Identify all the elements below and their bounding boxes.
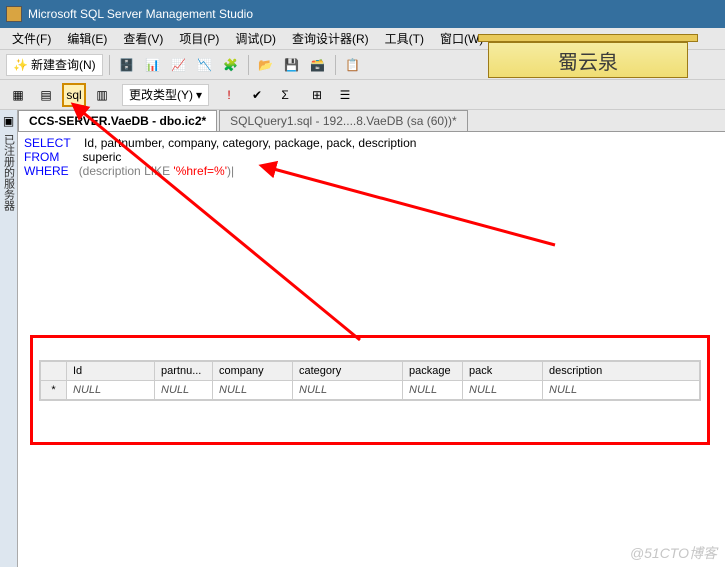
cell-company[interactable]: NULL: [213, 381, 293, 400]
save-all-icon[interactable]: 🗃️: [307, 54, 329, 76]
menu-project[interactable]: 项目(P): [173, 28, 225, 49]
sql-pane-icon[interactable]: sql: [62, 83, 86, 107]
editor-tabs: CCS-SERVER.VaeDB - dbo.ic2* SQLQuery1.sq…: [18, 110, 725, 132]
mdx-query-icon[interactable]: 📈: [168, 54, 190, 76]
scroll-top-bar: [478, 34, 698, 42]
new-query-button[interactable]: ✨ 新建查询(N): [6, 54, 103, 76]
separator: [109, 55, 110, 75]
grid-header-row: Id partnu... company category package pa…: [41, 362, 700, 381]
row-marker: *: [41, 381, 67, 400]
menu-file[interactable]: 文件(F): [6, 28, 57, 49]
menu-tools[interactable]: 工具(T): [379, 28, 430, 49]
change-type-label: 更改类型(Y): [129, 86, 193, 103]
cell-package[interactable]: NULL: [403, 381, 463, 400]
cell-category[interactable]: NULL: [293, 381, 403, 400]
add-table-icon[interactable]: ⊞: [305, 83, 329, 107]
col-pack[interactable]: pack: [463, 362, 543, 381]
grid-data-row[interactable]: * NULL NULL NULL NULL NULL NULL NULL: [41, 381, 700, 400]
sql-line-3: WHERE (description LIKE '%href=%')|: [24, 164, 719, 178]
side-panel[interactable]: ▣ 已注册的服务器: [0, 110, 18, 567]
side-label: 已注册的服务器: [1, 134, 17, 211]
col-category[interactable]: category: [293, 362, 403, 381]
sql-line-2: FROM superic: [24, 150, 719, 164]
menu-debug[interactable]: 调试(D): [229, 28, 282, 49]
col-partnumber[interactable]: partnu...: [155, 362, 213, 381]
criteria-pane-icon[interactable]: ▤: [34, 83, 58, 107]
col-package[interactable]: package: [403, 362, 463, 381]
group-by-icon[interactable]: Σ: [273, 83, 297, 107]
col-rowhead[interactable]: [41, 362, 67, 381]
sparkle-icon: ✨: [13, 58, 28, 72]
title-bar: Microsoft SQL Server Management Studio: [0, 0, 725, 28]
app-icon: [6, 6, 22, 22]
menu-query-designer[interactable]: 查询设计器(R): [286, 28, 375, 49]
add-derived-icon[interactable]: ☰: [333, 83, 357, 107]
new-query-label: 新建查询(N): [31, 56, 96, 73]
execute-icon[interactable]: !: [217, 83, 241, 107]
open-file-icon[interactable]: 📂: [255, 54, 277, 76]
dmx-query-icon[interactable]: 📉: [194, 54, 216, 76]
results-grid[interactable]: Id partnu... company category package pa…: [39, 360, 701, 401]
toolbar-2: ▦ ▤ sql ▥ 更改类型(Y) ▾ ! ✔ Σ ⊞ ☰: [0, 80, 725, 110]
watermark-sign: 蜀云泉: [478, 34, 698, 82]
results-pane-icon[interactable]: ▥: [90, 83, 114, 107]
menu-edit[interactable]: 编辑(E): [61, 28, 113, 49]
results-panel: Id partnu... company category package pa…: [30, 335, 710, 445]
cell-partnumber[interactable]: NULL: [155, 381, 213, 400]
cell-pack[interactable]: NULL: [463, 381, 543, 400]
separator: [335, 55, 336, 75]
separator: [248, 55, 249, 75]
db-engine-query-icon[interactable]: 🗄️: [116, 54, 138, 76]
diagram-pane-icon[interactable]: ▦: [6, 83, 30, 107]
menu-view[interactable]: 查看(V): [117, 28, 169, 49]
col-company[interactable]: company: [213, 362, 293, 381]
sign-text: 蜀云泉: [488, 42, 688, 78]
dropdown-icon: ▾: [196, 88, 202, 102]
change-type-button[interactable]: 更改类型(Y) ▾: [122, 84, 209, 106]
server-icon: ▣: [3, 114, 14, 128]
tab-inactive[interactable]: SQLQuery1.sql - 192....8.VaeDB (sa (60))…: [219, 110, 468, 131]
cell-id[interactable]: NULL: [67, 381, 155, 400]
activity-monitor-icon[interactable]: 📋: [342, 54, 364, 76]
col-id[interactable]: Id: [67, 362, 155, 381]
cell-description[interactable]: NULL: [543, 381, 700, 400]
tab-active[interactable]: CCS-SERVER.VaeDB - dbo.ic2*: [18, 110, 217, 131]
xmla-query-icon[interactable]: 🧩: [220, 54, 242, 76]
col-description[interactable]: description: [543, 362, 700, 381]
verify-sql-icon[interactable]: ✔: [245, 83, 269, 107]
sql-line-1: SELECT Id, partnumber, company, category…: [24, 136, 719, 150]
save-icon[interactable]: 💾: [281, 54, 303, 76]
app-title: Microsoft SQL Server Management Studio: [28, 7, 253, 21]
page-watermark: @51CTO博客: [630, 543, 717, 563]
analysis-query-icon[interactable]: 📊: [142, 54, 164, 76]
